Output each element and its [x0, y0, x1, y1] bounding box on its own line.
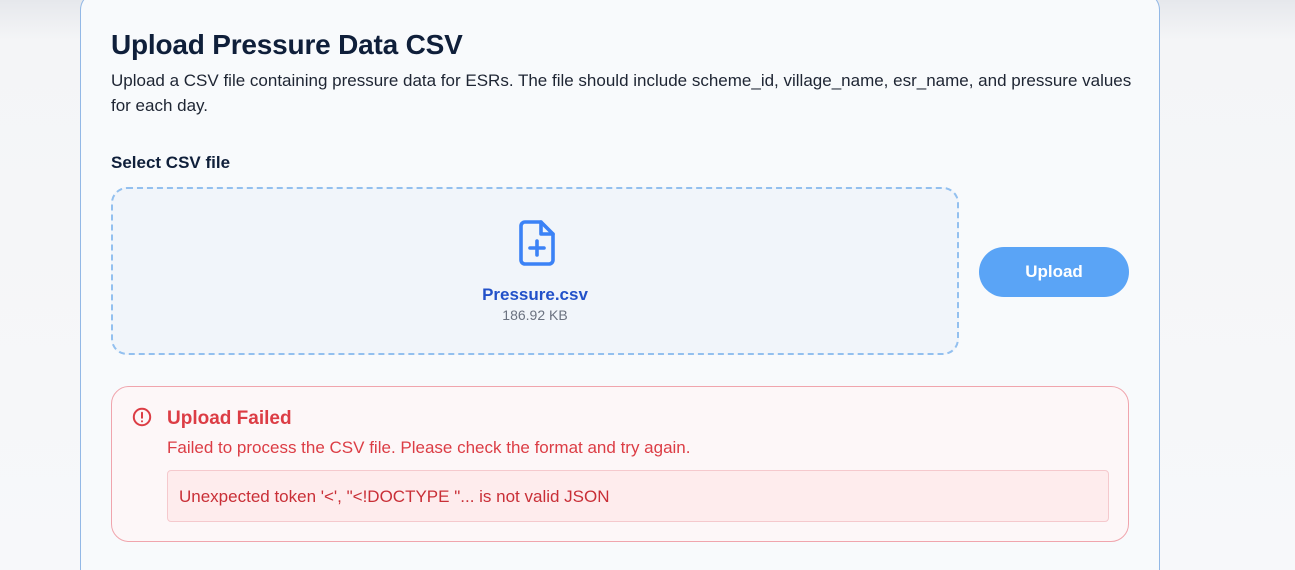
error-alert: Upload Failed Failed to process the CSV … [111, 386, 1129, 542]
error-message: Failed to process the CSV file. Please c… [167, 438, 691, 457]
error-detail: Unexpected token '<', "<!DOCTYPE "... is… [167, 470, 1109, 522]
upload-button[interactable]: Upload [979, 247, 1129, 297]
selected-file-size: 186.92 KB [502, 307, 568, 323]
alert-circle-icon [132, 407, 152, 427]
page-description: Upload a CSV file containing pressure da… [111, 71, 1132, 115]
file-input-label: Select CSV file [111, 153, 231, 172]
error-title: Upload Failed [167, 408, 292, 429]
selected-file-name: Pressure.csv [482, 285, 588, 304]
file-dropzone[interactable]: Pressure.csv 186.92 KB [111, 187, 959, 355]
page-title: Upload Pressure Data CSV [111, 29, 463, 60]
file-plus-icon [517, 219, 557, 267]
upload-card: Upload Pressure Data CSV Upload a CSV fi… [80, 0, 1160, 570]
